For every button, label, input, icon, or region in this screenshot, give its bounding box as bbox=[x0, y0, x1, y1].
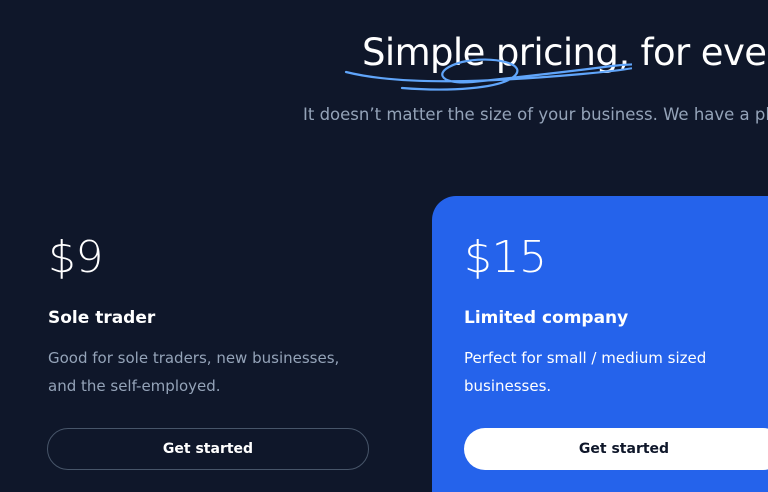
plan-card-sole-trader: $9 Sole trader Good for sole traders, ne… bbox=[0, 196, 420, 492]
hero-subtitle: It doesn’t matter the size of your busin… bbox=[303, 105, 768, 124]
plan-description: Good for sole traders, new businesses, a… bbox=[48, 349, 340, 395]
plan-name: Sole trader bbox=[48, 308, 156, 328]
plan-name: Limited company bbox=[464, 308, 629, 328]
pricing-page: Simple pricing, for everyone. It doesn’t… bbox=[0, 0, 768, 492]
plan-description: Perfect for small / medium sized busines… bbox=[464, 349, 707, 395]
plan-price: $15 bbox=[464, 232, 547, 283]
get-started-button[interactable]: Get started bbox=[464, 428, 768, 470]
plan-card-limited-company: $15 Limited company Perfect for small / … bbox=[432, 196, 768, 492]
get-started-button[interactable]: Get started bbox=[47, 428, 369, 470]
hero-title: Simple pricing, for everyone. bbox=[362, 31, 768, 74]
plan-price: $9 bbox=[48, 232, 104, 283]
